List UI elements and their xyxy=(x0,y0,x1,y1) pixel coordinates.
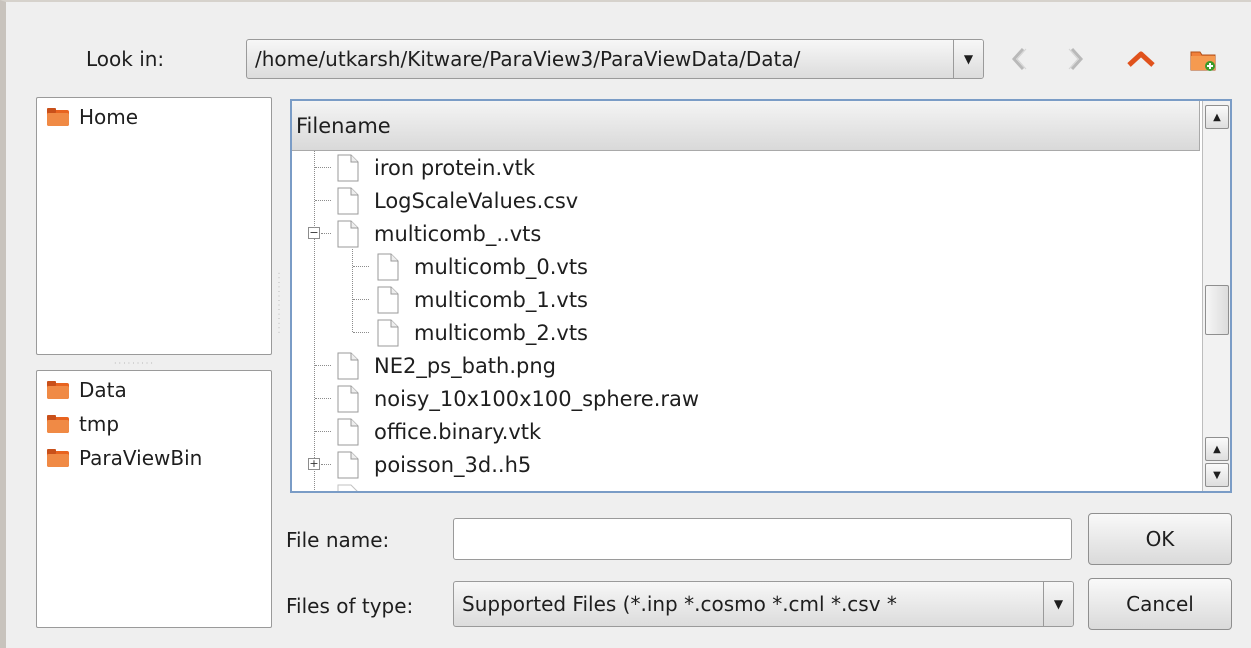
scroll-up-button[interactable]: ▲ xyxy=(1205,105,1229,129)
cancel-button[interactable]: Cancel xyxy=(1088,578,1232,630)
chevron-down-icon[interactable]: ▼ xyxy=(953,40,983,78)
file-icon xyxy=(337,451,359,478)
place-label: tmp xyxy=(79,412,120,436)
tree-row[interactable]: multicomb_..vts xyxy=(336,217,541,250)
tree-branch-line xyxy=(353,332,369,333)
look-in-label: Look in: xyxy=(86,47,165,71)
file-name-label: File name: xyxy=(286,528,390,552)
tree-branch-line xyxy=(315,365,331,366)
file-name: iron protein.vtk xyxy=(374,155,535,180)
splitter-handle[interactable]: ········· xyxy=(114,359,155,368)
file-icon xyxy=(337,385,359,412)
recent-panel: Data tmp ParaViewBin xyxy=(36,370,272,628)
look-in-combo[interactable]: /home/utkarsh/Kitware/ParaView3/ParaView… xyxy=(246,39,984,79)
chevron-up-icon xyxy=(1127,51,1155,67)
file-name: LogScaleValues.csv xyxy=(374,188,579,213)
file-name: office.binary.vtk xyxy=(374,419,542,444)
file-icon xyxy=(337,418,359,445)
look-in-path: /home/utkarsh/Kitware/ParaView3/ParaView… xyxy=(255,47,801,71)
favorites-panel: Home xyxy=(36,97,272,355)
chevron-down-icon[interactable]: ▼ xyxy=(1043,582,1073,626)
place-label: Data xyxy=(79,378,127,402)
file-icon xyxy=(337,352,359,379)
column-header-label: Filename xyxy=(296,113,391,138)
up-button[interactable] xyxy=(1124,42,1158,76)
tree-guide-line xyxy=(314,151,315,491)
file-icon xyxy=(377,286,399,313)
chevron-left-icon xyxy=(1011,47,1027,71)
file-name: poisson_3d..h5 xyxy=(374,452,532,477)
tree-row[interactable]: multicomb_1.vts xyxy=(376,283,588,316)
place-item-tmp[interactable]: tmp xyxy=(47,409,119,439)
tree-row[interactable]: NE2_ps_bath.png xyxy=(336,349,556,382)
scroll-up-button-lower[interactable]: ▲ xyxy=(1205,437,1229,461)
back-button[interactable] xyxy=(1002,42,1036,76)
tree-branch-line xyxy=(315,167,331,168)
file-dialog: Look in: /home/utkarsh/Kitware/ParaView3… xyxy=(0,0,1251,648)
tree-branch-line xyxy=(321,464,331,465)
tree-row[interactable]: LogScaleValues.csv xyxy=(336,184,578,217)
folder-icon xyxy=(47,415,69,433)
place-item-home[interactable]: Home xyxy=(47,102,138,132)
ok-button[interactable]: OK xyxy=(1088,513,1232,565)
file-name: multicomb_0.vts xyxy=(414,254,588,279)
tree-row[interactable]: noisy_10x100x100_sphere.raw xyxy=(336,382,699,415)
tree-row[interactable]: iron protein.vtk xyxy=(336,151,535,184)
file-name: multicomb_1.vts xyxy=(414,287,588,312)
file-name: NE2_ps_bath.png xyxy=(374,353,556,378)
file-icon xyxy=(337,220,359,247)
cancel-button-label: Cancel xyxy=(1126,592,1194,616)
tree-branch-line xyxy=(353,266,369,267)
new-folder-button[interactable] xyxy=(1186,42,1220,76)
file-icon xyxy=(337,187,359,214)
file-name: multicomb_..vts xyxy=(374,221,542,246)
tree-row[interactable]: poisson_3d..h5 xyxy=(336,448,531,481)
tree-row-partial xyxy=(336,481,374,491)
vertical-scrollbar[interactable]: ▲ ▲ ▼ xyxy=(1202,101,1230,491)
file-icon xyxy=(377,319,399,346)
tree-row[interactable]: office.binary.vtk xyxy=(336,415,541,448)
tree-row[interactable]: multicomb_2.vts xyxy=(376,316,588,349)
tree-guide-line xyxy=(352,249,353,332)
tree-row[interactable]: multicomb_0.vts xyxy=(376,250,588,283)
tree-branch-line xyxy=(315,200,331,201)
file-icon xyxy=(377,253,399,280)
vertical-splitter-handle[interactable]: ·············· xyxy=(274,272,283,336)
file-name: noisy_10x100x100_sphere.raw xyxy=(374,386,700,411)
tree-branch-line xyxy=(315,398,331,399)
folder-icon xyxy=(47,381,69,399)
file-type-combo[interactable]: Supported Files (*.inp *.cosmo *.cml *.c… xyxy=(453,581,1074,627)
place-label: Home xyxy=(79,105,139,129)
column-header-filename[interactable]: Filename xyxy=(292,101,1200,151)
file-type-value: Supported Files (*.inp *.cosmo *.cml *.c… xyxy=(462,592,897,616)
tree-branch-line xyxy=(315,431,331,432)
folder-icon xyxy=(47,449,69,467)
collapse-toggle[interactable]: − xyxy=(308,227,320,239)
scroll-down-button[interactable]: ▼ xyxy=(1205,463,1229,487)
tree-branch-line xyxy=(321,233,331,234)
forward-button[interactable] xyxy=(1059,42,1093,76)
folder-icon xyxy=(47,108,69,126)
new-folder-icon xyxy=(1190,51,1216,71)
file-name-input[interactable] xyxy=(453,518,1072,560)
file-icon xyxy=(337,154,359,181)
scroll-thumb[interactable] xyxy=(1205,285,1229,335)
file-name: multicomb_2.vts xyxy=(414,320,588,345)
file-icon xyxy=(337,484,359,491)
ok-button-label: OK xyxy=(1145,527,1175,551)
chevron-right-icon xyxy=(1068,47,1084,71)
expand-toggle[interactable]: + xyxy=(308,458,320,470)
file-type-label: Files of type: xyxy=(286,594,414,618)
file-tree-view[interactable]: Filename iron protein.vtk LogScaleValues… xyxy=(290,99,1232,493)
place-item-paraviewbin[interactable]: ParaViewBin xyxy=(47,443,202,473)
tree-branch-line xyxy=(353,299,369,300)
place-label: ParaViewBin xyxy=(79,446,203,470)
place-item-data[interactable]: Data xyxy=(47,375,127,405)
